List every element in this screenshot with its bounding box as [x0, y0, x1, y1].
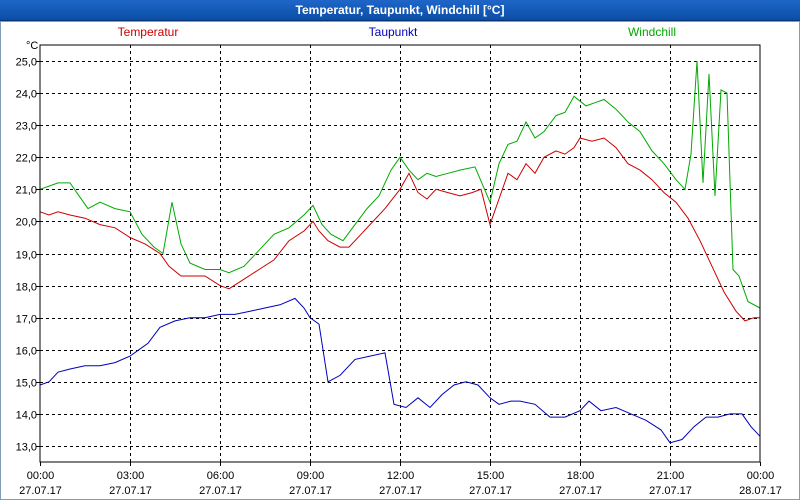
legend-item-temperatur: Temperatur — [118, 25, 179, 39]
x-tick-date-label: 27.07.17 — [109, 485, 152, 497]
x-tick-time-label: 06:00 — [207, 470, 235, 482]
x-tick-time-label: 12:00 — [387, 470, 415, 482]
x-tick-time-label: 18:00 — [567, 470, 595, 482]
y-tick-label: 24,0 — [16, 89, 37, 101]
y-tick-label: 17,0 — [16, 314, 37, 326]
x-tick-date-label: 27.07.17 — [379, 485, 422, 497]
x-tick-date-label: 27.07.17 — [19, 485, 62, 497]
y-tick-label: 23,0 — [16, 121, 37, 133]
legend-item-windchill: Windchill — [628, 25, 676, 39]
y-tick-label: 13,0 — [16, 442, 37, 454]
legend-item-taupunkt: Taupunkt — [369, 25, 418, 39]
y-tick-label: 14,0 — [16, 410, 37, 422]
x-tick-time-label: 00:00 — [27, 470, 55, 482]
y-tick-label: 19,0 — [16, 250, 37, 262]
x-tick-time-label: 09:00 — [297, 470, 325, 482]
x-tick-time-label: 00:00 — [747, 470, 775, 482]
x-tick-date-label: 27.07.17 — [469, 485, 512, 497]
y-axis-unit-label: °C — [26, 40, 38, 52]
grid-lines — [40, 45, 760, 462]
y-tick-label: 22,0 — [16, 153, 37, 165]
x-tick-time-label: 15:00 — [477, 470, 505, 482]
x-tick-time-label: 03:00 — [117, 470, 145, 482]
y-tick-label: 21,0 — [16, 185, 37, 197]
x-tick-date-label: 27.07.17 — [289, 485, 332, 497]
y-tick-label: 18,0 — [16, 282, 37, 294]
x-tick-date-label: 27.07.17 — [199, 485, 242, 497]
y-tick-label: 20,0 — [16, 217, 37, 229]
x-tick-time-label: 21:00 — [657, 470, 685, 482]
y-tick-label: 25,0 — [16, 57, 37, 69]
x-tick-date-label: 27.07.17 — [649, 485, 692, 497]
y-tick-label: 15,0 — [16, 378, 37, 390]
y-tick-label: 16,0 — [16, 346, 37, 358]
x-tick-date-label: 27.07.17 — [559, 485, 602, 497]
chart-canvas: °C 25,0 24,0 23,0 22,0 21,0 20,0 19,0 18,0 17,0 1… — [16, 25, 782, 497]
x-tick-date-label: 28.07.17 — [739, 485, 782, 497]
legend: Temperatur Taupunkt Windchill — [118, 25, 676, 39]
